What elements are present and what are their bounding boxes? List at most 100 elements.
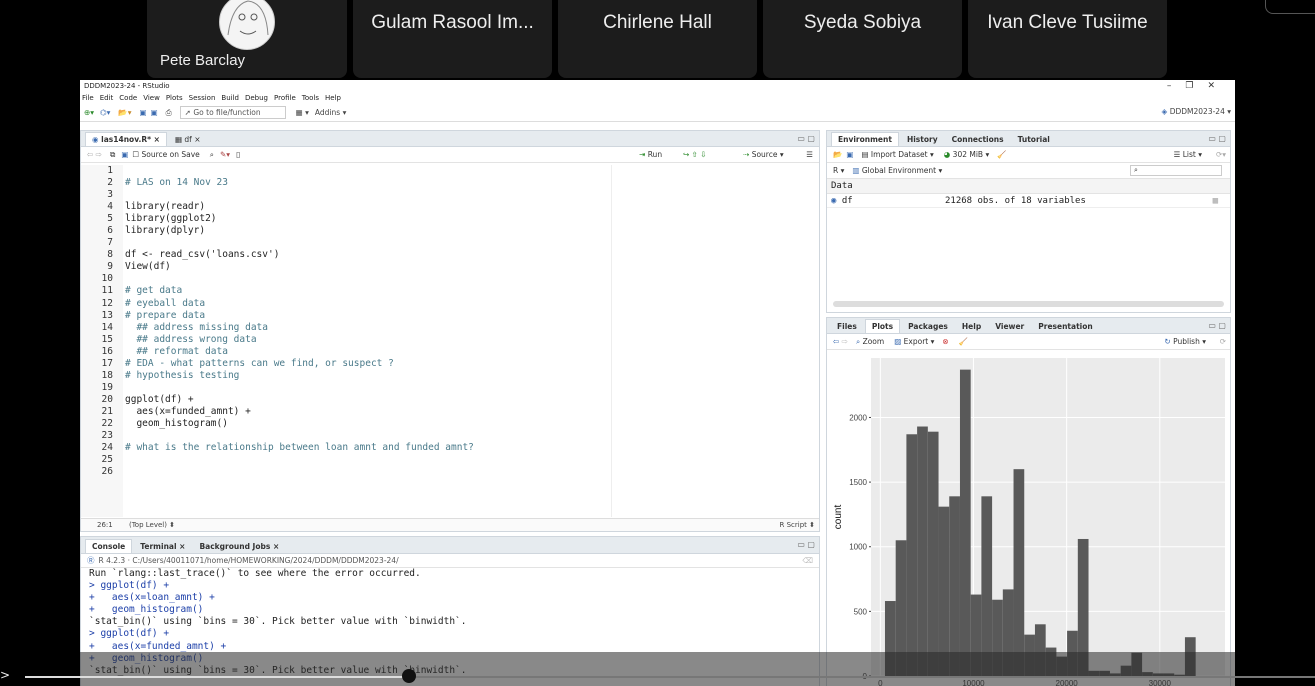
zoom-button[interactable]: ⌕ Zoom (856, 337, 884, 347)
save-icon[interactable]: ▣ (121, 150, 128, 159)
code-line[interactable] (125, 189, 474, 201)
tab-connections[interactable]: Connections (946, 133, 1010, 146)
environment-row[interactable]: ◉ df 21268 obs. of 18 variables ▦ (827, 194, 1230, 208)
open-project-icon[interactable]: ⌬▾ (100, 108, 110, 117)
source-on-save-checkbox[interactable]: ☐ Source on Save (132, 150, 199, 159)
grid-icon[interactable]: ▦ ▾ (296, 108, 309, 117)
menu-session[interactable]: Session (189, 94, 216, 102)
menu-tools[interactable]: Tools (302, 94, 319, 102)
code-line[interactable] (125, 273, 474, 285)
code-line[interactable]: ## address wrong data (125, 334, 474, 346)
view-data-icon[interactable]: ▦ (1213, 196, 1218, 206)
code-line[interactable]: geom_histogram() (125, 418, 474, 430)
participant-tile[interactable]: Pete Barclay (147, 0, 347, 78)
code-line[interactable] (125, 165, 474, 177)
broom-icon[interactable]: 🧹 (997, 150, 1006, 159)
code-editor[interactable]: 1 2 3 4 5 6 7 8 9 10 11 12 13 14 15 16 17 18 19 20 21 22 23 24 2… (81, 165, 819, 517)
scope-selector[interactable]: (Top Level) ⬍ (129, 521, 175, 529)
run-button[interactable]: ⇥ Run (639, 150, 662, 159)
code-line[interactable]: # get data (125, 285, 474, 297)
show-in-window-icon[interactable]: ⧉ (110, 150, 115, 160)
code-line[interactable]: # what is the relationship between loan … (125, 442, 474, 454)
refresh-icon[interactable]: ⟳▾ (1216, 150, 1226, 159)
horizontal-scrollbar[interactable] (833, 301, 1224, 307)
export-button[interactable]: ▨ Export ▾ (894, 337, 934, 346)
minimize-maximize-icon[interactable]: ▭ ▢ (797, 540, 815, 549)
code-line[interactable]: # prepare data (125, 310, 474, 322)
participant-tile[interactable]: Gulam Rasool Im... (353, 0, 552, 78)
tab-help[interactable]: Help (956, 320, 987, 333)
corner-button[interactable] (1265, 0, 1315, 14)
back-forward-icon[interactable]: ⇦ ⇨ (833, 337, 848, 346)
tab-environment[interactable]: Environment (831, 132, 899, 146)
code-line[interactable]: # EDA - what patterns can we find, or su… (125, 358, 474, 370)
menu-file[interactable]: File (82, 94, 94, 102)
load-workspace-icon[interactable]: 📂 (833, 150, 842, 159)
tab-plots[interactable]: Plots (864, 319, 901, 333)
tab-files[interactable]: Files (831, 320, 863, 333)
code-line[interactable]: library(ggplot2) (125, 213, 474, 225)
participant-tile[interactable]: Ivan Cleve Tusiime (968, 0, 1167, 78)
menu-code[interactable]: Code (119, 94, 137, 102)
memory-usage[interactable]: ◕ 302 MiB ▾ (944, 150, 990, 159)
import-dataset-button[interactable]: ▤ Import Dataset ▾ (861, 150, 933, 159)
code-line[interactable] (125, 237, 474, 249)
participant-tile[interactable]: Syeda Sobiya (763, 0, 962, 78)
code-line[interactable] (125, 454, 474, 466)
goto-file-input[interactable]: ➚ Go to file/function (179, 106, 286, 119)
open-file-icon[interactable]: 📂▾ (118, 108, 131, 117)
code-line[interactable]: library(readr) (125, 201, 474, 213)
code-line[interactable]: ## address missing data (125, 322, 474, 334)
code-line[interactable]: # eyeball data (125, 298, 474, 310)
video-scrubber-handle[interactable] (402, 669, 416, 683)
print-icon[interactable]: ⎙ (166, 108, 172, 118)
code-line[interactable]: aes(x=funded_amnt) + (125, 406, 474, 418)
code-line[interactable]: library(dplyr) (125, 225, 474, 237)
outline-icon[interactable]: ☰ (806, 150, 813, 159)
menu-debug[interactable]: Debug (245, 94, 268, 102)
minimize-maximize-icon[interactable]: ▭ ▢ (1208, 321, 1226, 330)
minimize-maximize-icon[interactable]: ▭ ▢ (797, 134, 815, 143)
code-line[interactable]: # hypothesis testing (125, 370, 474, 382)
code-line[interactable] (125, 382, 474, 394)
new-file-icon[interactable]: ⊕▾ (84, 108, 94, 117)
file-type-selector[interactable]: R Script ⬍ (780, 519, 816, 531)
menu-help[interactable]: Help (325, 94, 341, 102)
addins-menu[interactable]: Addins ▾ (315, 108, 346, 117)
code-line[interactable]: View(df) (125, 261, 474, 273)
save-all-icon[interactable]: ▣ (151, 108, 158, 117)
menu-view[interactable]: View (143, 94, 160, 102)
search-icon[interactable]: ⌕ (210, 150, 214, 160)
minimize-maximize-icon[interactable]: ▭ ▢ (1208, 134, 1226, 143)
tab-background-jobs[interactable]: Background Jobs × (193, 540, 285, 553)
code-line[interactable]: df <- read_csv('loans.csv') (125, 249, 474, 261)
working-directory[interactable]: R 4.2.3 · C:/Users/40011071/home/HOMEWOR… (99, 556, 399, 565)
menu-profile[interactable]: Profile (274, 94, 296, 102)
tab-df[interactable]: ▦ df × (169, 133, 207, 146)
menu-build[interactable]: Build (221, 94, 239, 102)
tab-terminal[interactable]: Terminal × (134, 540, 191, 553)
tab-viewer[interactable]: Viewer (989, 320, 1030, 333)
tab-presentation[interactable]: Presentation (1032, 320, 1098, 333)
tab-packages[interactable]: Packages (902, 320, 954, 333)
language-selector[interactable]: R ▾ (833, 166, 844, 175)
window-controls[interactable]: –❐✕ (1167, 80, 1229, 92)
tab-tutorial[interactable]: Tutorial (1012, 133, 1056, 146)
list-view-selector[interactable]: ☰ List ▾ (1174, 150, 1202, 159)
menu-edit[interactable]: Edit (100, 94, 114, 102)
environment-scope-selector[interactable]: ▥ Global Environment ▾ (852, 166, 942, 175)
code-line[interactable]: ggplot(df) + (125, 394, 474, 406)
save-workspace-icon[interactable]: ▣ (846, 150, 853, 159)
clear-console-icon[interactable]: ⌫ (802, 556, 813, 565)
refresh-icon[interactable]: ⟳ (1220, 337, 1226, 346)
broom-icon[interactable]: 🧹 (959, 337, 968, 346)
wand-icon[interactable]: ✎▾ (220, 150, 230, 159)
code-line[interactable]: ## reformat data (125, 346, 474, 358)
code-line[interactable]: # LAS on 14 Nov 23 (125, 177, 474, 189)
publish-button[interactable]: ↻ Publish ▾ (1164, 337, 1206, 346)
back-forward-icon[interactable]: ⇦ ⇨ (87, 150, 102, 159)
play-icon[interactable]: > (0, 668, 10, 682)
code-line[interactable] (125, 466, 474, 478)
environment-search-input[interactable]: ⌕ (1130, 165, 1222, 176)
code-lines[interactable]: # LAS on 14 Nov 23 library(readr) library… (125, 165, 474, 478)
